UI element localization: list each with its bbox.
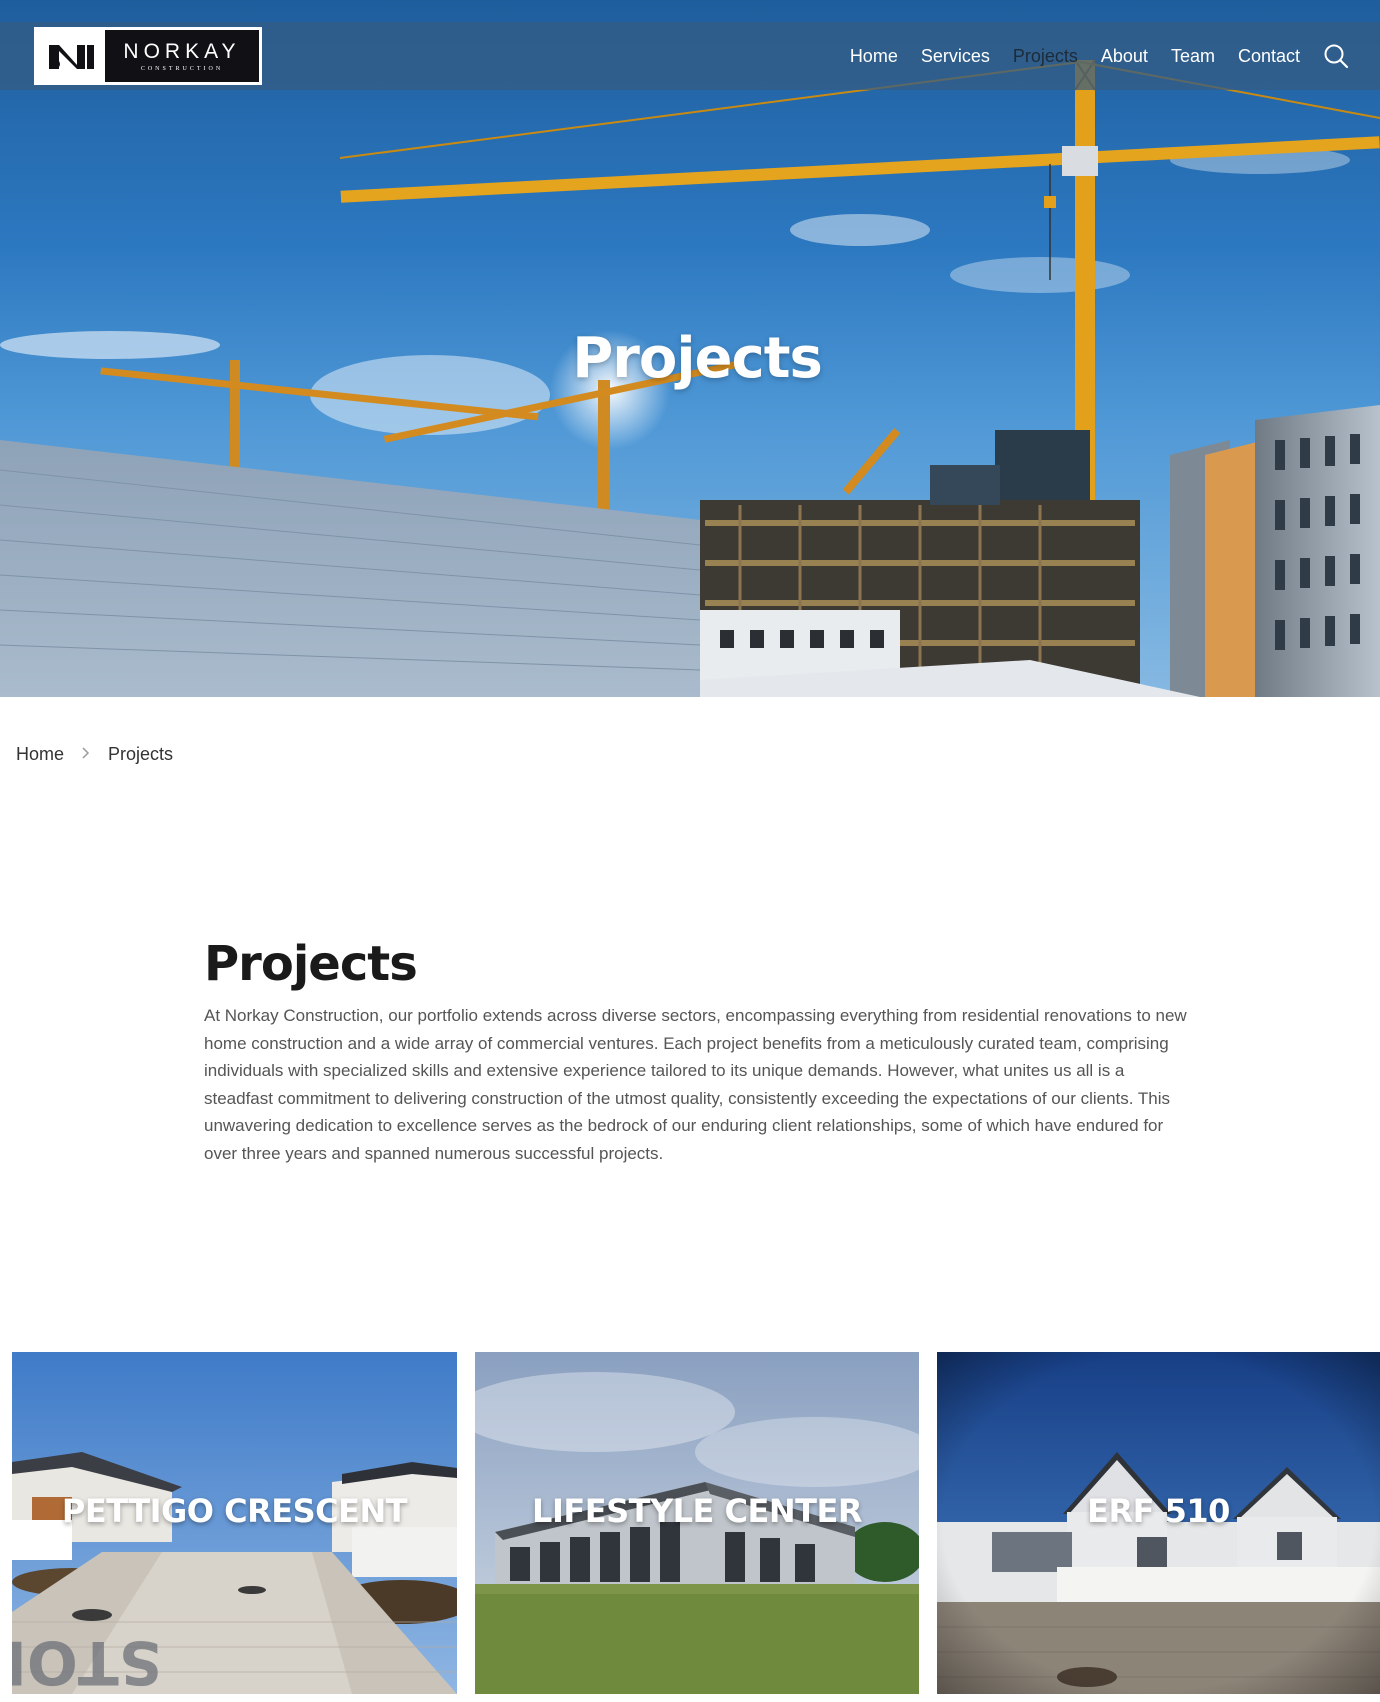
main-nav: Home Services Projects About Team Contac…: [827, 22, 1380, 90]
nav-item-services[interactable]: Services: [921, 46, 990, 67]
nav-item-home[interactable]: Home: [850, 46, 898, 67]
project-title: ERF 510: [1087, 1492, 1230, 1530]
logo-mark-icon: [37, 30, 105, 82]
nav-item-contact[interactable]: Contact: [1238, 46, 1300, 67]
intro-paragraph: At Norkay Construction, our portfolio ex…: [204, 1006, 1187, 1163]
nav-item-about[interactable]: About: [1101, 46, 1148, 67]
project-card-lifestyle-center[interactable]: LIFESTYLE CENTER: [475, 1352, 919, 1694]
nav-item-team[interactable]: Team: [1171, 46, 1215, 67]
nav-item-projects[interactable]: Projects: [1013, 46, 1078, 67]
breadcrumb: Home Projects: [16, 744, 173, 765]
svg-text:STOP: STOP: [12, 1627, 162, 1694]
project-card-pettigo-crescent[interactable]: STOP PETTIGO CRESCENT: [12, 1352, 457, 1694]
project-card-erf-510[interactable]: ERF 510: [937, 1352, 1380, 1694]
logo-subtitle: CONSTRUCTION: [140, 65, 224, 72]
company-logo[interactable]: NORKAY CONSTRUCTION: [34, 27, 262, 85]
top-navigation-bar: NORKAY CONSTRUCTION Home Services Projec…: [0, 22, 1380, 90]
chevron-right-icon: [82, 746, 90, 764]
logo-name: NORKAY: [123, 39, 241, 63]
page-title: Projects: [204, 936, 418, 992]
search-icon[interactable]: [1322, 42, 1350, 70]
breadcrumb-current: Projects: [108, 744, 174, 764]
hero-banner: NORKAY CONSTRUCTION Home Services Projec…: [0, 0, 1380, 697]
projects-intro-section: Projects At Norkay Construction, our por…: [204, 936, 1194, 1167]
project-grid: STOP PETTIGO CRESCENT: [12, 1352, 1380, 1694]
project-title: LIFESTYLE CENTER: [532, 1492, 862, 1530]
logo-wordmark: NORKAY CONSTRUCTION: [105, 30, 259, 82]
breadcrumb-home-link[interactable]: Home: [16, 744, 64, 765]
project-title: PETTIGO CRESCENT: [61, 1492, 408, 1530]
hero-title: Projects: [572, 326, 823, 391]
